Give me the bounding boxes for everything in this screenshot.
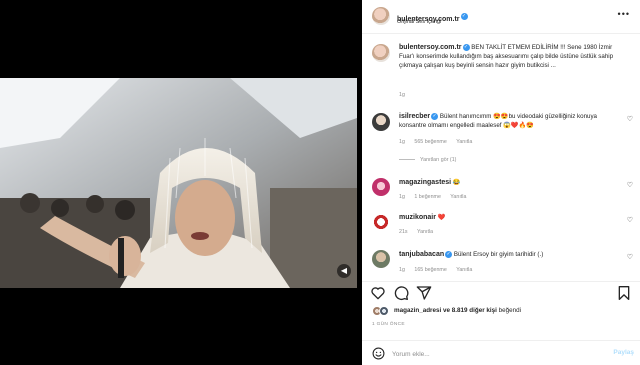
likes-suffix: beğendi [498, 307, 522, 314]
comment-age: 1g [399, 194, 405, 200]
comment-username[interactable]: isilrecber [399, 113, 430, 120]
reply-button[interactable]: Yanıtla [456, 267, 472, 273]
speaker-icon[interactable]: ◀ [337, 264, 351, 278]
comment-age: 21s [399, 229, 408, 235]
caption-age: 1g [399, 92, 405, 98]
comment-text: 😂 [452, 179, 461, 186]
reply-button[interactable]: Yanıtla [450, 194, 466, 200]
comment-age: 1g [399, 267, 405, 273]
comment-text: ❤️ [437, 214, 446, 221]
verified-icon: ✓ [462, 43, 470, 51]
comment-like-count[interactable]: 1 beğenme [414, 194, 441, 200]
heart-icon[interactable]: ♡ [627, 216, 633, 224]
heart-icon[interactable]: ♡ [627, 253, 633, 261]
comment-age: 1g [399, 139, 405, 145]
comment-item: isilrecber ✓ Bülent hanımcımm 😍😍bu videod… [362, 109, 640, 169]
verified-icon: ✓ [431, 112, 439, 120]
heart-icon[interactable] [370, 285, 386, 301]
comment-icon[interactable] [393, 285, 409, 301]
commenter-avatar[interactable] [372, 113, 390, 131]
comment-item: magazingastesi 😂 1g 1 beğenme Yanıtla ♡ [362, 175, 640, 207]
send-icon[interactable] [416, 285, 432, 301]
comment-like-count[interactable]: 165 beğenme [414, 267, 446, 273]
verified-icon: ✓ [445, 250, 453, 258]
caption-username[interactable]: bulentersoy.com.tr [399, 44, 462, 51]
commenter-avatar[interactable] [372, 250, 390, 268]
author-avatar[interactable] [372, 7, 390, 25]
commenter-avatar[interactable] [372, 213, 390, 231]
verified-icon: ✓ [460, 13, 468, 21]
view-replies-label: Yanıtları gör (1) [420, 157, 457, 163]
heart-icon[interactable]: ♡ [627, 115, 633, 123]
commenter-avatar[interactable] [372, 178, 390, 196]
caption: bulentersoy.com.tr ✓ BEN TAKLİT ETMEM EDİ… [362, 35, 640, 105]
post-header: bulentersoy.com.tr ✓ Orijinal Ses İçeriği… [362, 0, 640, 34]
comment-item: tanjubabacan ✓ Bülent Ersoy bir giyim tar… [362, 247, 640, 281]
emoji-icon[interactable] [372, 347, 385, 360]
comment-item: muzikonair ❤️ 21s Yanıtla ♡ [362, 210, 640, 242]
post-comment-button[interactable]: Paylaş [613, 349, 634, 356]
audio-label[interactable]: Orijinal Ses İçeriği [397, 19, 441, 25]
action-bar [362, 281, 640, 303]
comment-username[interactable]: muzikonair [399, 214, 436, 221]
likes-summary: magazin_adresi ve 8.819 diğer kişi beğen… [362, 304, 640, 318]
video-player[interactable]: ◀ [0, 78, 357, 288]
bookmark-icon[interactable] [616, 285, 632, 301]
liker-username[interactable]: magazin_adresi [394, 307, 441, 314]
post-date[interactable]: 1 GÜN ÖNCE [372, 322, 405, 327]
heart-icon[interactable]: ♡ [627, 181, 633, 189]
post-details-panel: bulentersoy.com.tr ✓ Orijinal Ses İçeriği… [362, 0, 640, 365]
caption-avatar[interactable] [372, 44, 390, 62]
reply-button[interactable]: Yanıtla [456, 139, 472, 145]
likes-count[interactable]: ve 8.819 diğer kişi [443, 307, 497, 314]
comment-composer: Paylaş [362, 340, 640, 365]
comment-username[interactable]: tanjubabacan [399, 251, 444, 258]
replies-divider [399, 159, 415, 161]
video-frame [0, 78, 357, 288]
comment-username[interactable]: magazingastesi [399, 179, 451, 186]
more-icon[interactable]: ••• [618, 9, 630, 19]
view-replies-button[interactable]: Yanıtları gör (1) [399, 157, 456, 163]
comment-like-count[interactable]: 565 beğenme [414, 139, 446, 145]
comment-text: Bülent Ersoy bir giyim tarihidir (.) [453, 251, 544, 258]
comments-list: bulentersoy.com.tr ✓ BEN TAKLİT ETMEM EDİ… [362, 35, 640, 281]
reply-button[interactable]: Yanıtla [417, 229, 433, 235]
comment-input[interactable] [392, 348, 592, 360]
liker-avatar[interactable] [379, 306, 389, 316]
post-media: ◀ [0, 0, 362, 365]
